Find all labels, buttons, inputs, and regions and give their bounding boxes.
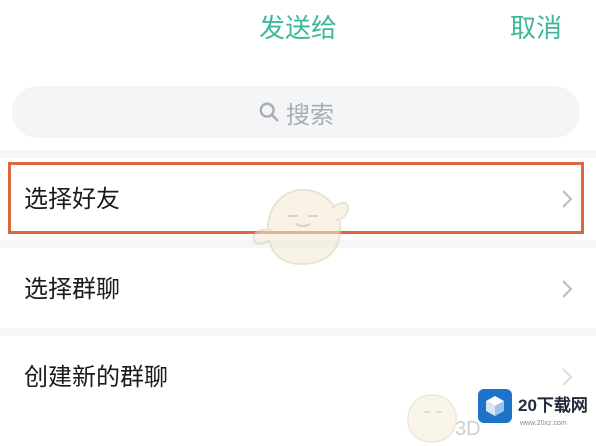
top-bar: 发送给 取消 (0, 0, 596, 70)
chevron-right-icon (562, 368, 573, 386)
watermark-text: 3D (455, 418, 481, 440)
menu-item-label: 选择群聊 (24, 275, 120, 303)
search-placeholder-row: 搜索 (12, 86, 580, 138)
search-placeholder-text: 搜索 (286, 100, 334, 129)
site-logo: 20下载网 (478, 388, 590, 424)
section-gap (0, 150, 596, 158)
logo-url-text: www.20xz.com (520, 420, 567, 427)
menu-item-label: 创建新的群聊 (24, 363, 168, 391)
divider (0, 328, 596, 336)
search-icon (259, 102, 279, 122)
menu-item-label: 选择好友 (24, 185, 120, 213)
logo-text: 20下载网 (518, 396, 588, 415)
search-input[interactable]: 搜索 (12, 86, 580, 138)
cube-logo-icon (478, 389, 512, 423)
cancel-button[interactable]: 取消 (510, 12, 562, 46)
page-title: 发送给 (258, 14, 337, 44)
mascot-watermark-icon (252, 188, 350, 266)
chevron-right-icon (562, 190, 573, 208)
chevron-right-icon (562, 280, 573, 298)
